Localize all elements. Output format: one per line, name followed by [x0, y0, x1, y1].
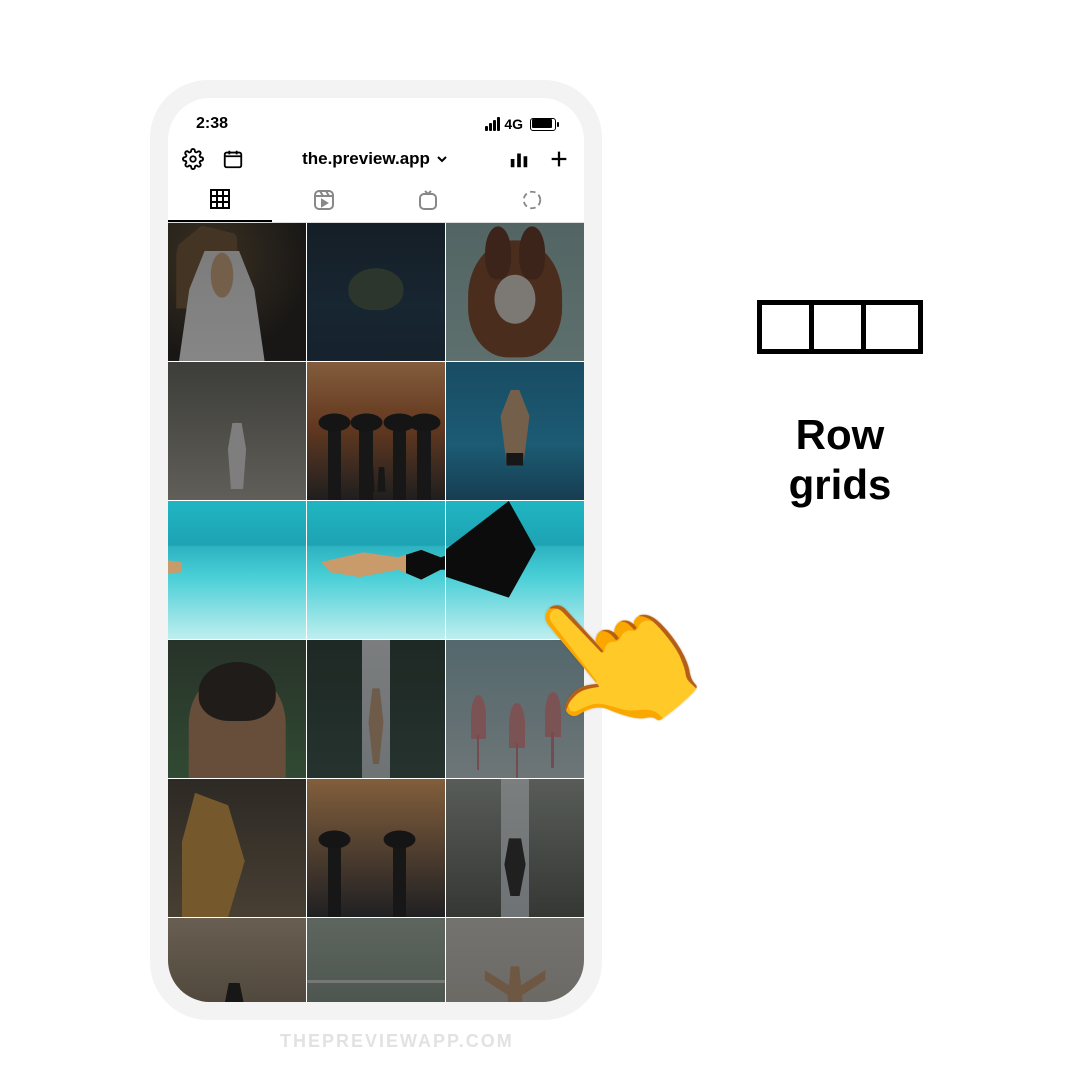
grid-cell[interactable]	[307, 362, 445, 500]
tab-grid[interactable]	[168, 178, 272, 222]
network-label: 4G	[504, 116, 523, 132]
side-label: Row grids	[715, 300, 965, 511]
label -line-2: grids	[715, 460, 965, 510]
username-text: the.preview.app	[302, 149, 430, 169]
grid-icon	[208, 187, 232, 211]
username-dropdown[interactable]: the.preview.app	[302, 149, 450, 169]
label-line-1: Row	[715, 410, 965, 460]
phone-frame: 2:38 4G the.preview.app	[150, 80, 602, 1020]
feed-tabs	[168, 178, 584, 223]
add-icon[interactable]	[548, 148, 570, 170]
analytics-icon[interactable]	[508, 148, 530, 170]
settings-icon[interactable]	[182, 148, 204, 170]
igtv-icon	[416, 188, 440, 212]
label-text: Row grids	[715, 410, 965, 511]
grid-cell[interactable]	[307, 223, 445, 361]
watermark: THEPREVIEWAPP.COM	[280, 1031, 514, 1052]
screen: 2:38 4G the.preview.app	[168, 98, 584, 1002]
chevron-down-icon	[434, 151, 450, 167]
row-grid-icon	[757, 300, 923, 354]
status-bar: 2:38 4G	[168, 98, 584, 138]
calendar-icon[interactable]	[222, 148, 244, 170]
signal-icon	[485, 117, 500, 131]
loading-icon	[521, 189, 543, 211]
reels-icon	[312, 188, 336, 212]
grid-cell[interactable]	[307, 918, 445, 1002]
battery-icon	[530, 118, 556, 131]
grid-cell-highlighted[interactable]	[307, 501, 445, 639]
grid-cell[interactable]	[168, 640, 306, 778]
grid-cell[interactable]	[168, 918, 306, 1002]
grid-cell[interactable]	[446, 918, 584, 1002]
grid-cell[interactable]	[168, 779, 306, 917]
grid-cell[interactable]	[307, 640, 445, 778]
grid-cell[interactable]	[168, 362, 306, 500]
grid-cell[interactable]	[446, 223, 584, 361]
grid-cell[interactable]	[446, 779, 584, 917]
tab-igtv[interactable]	[376, 178, 480, 222]
top-nav: the.preview.app	[168, 138, 584, 178]
grid-cell[interactable]	[446, 362, 584, 500]
grid-cell[interactable]	[168, 223, 306, 361]
tab-loading[interactable]	[480, 178, 584, 222]
status-right: 4G	[485, 116, 556, 132]
grid-cell-highlighted[interactable]	[168, 501, 306, 639]
status-time: 2:38	[196, 115, 228, 133]
tab-reels[interactable]	[272, 178, 376, 222]
feed-grid[interactable]	[168, 223, 584, 1002]
grid-cell[interactable]	[307, 779, 445, 917]
